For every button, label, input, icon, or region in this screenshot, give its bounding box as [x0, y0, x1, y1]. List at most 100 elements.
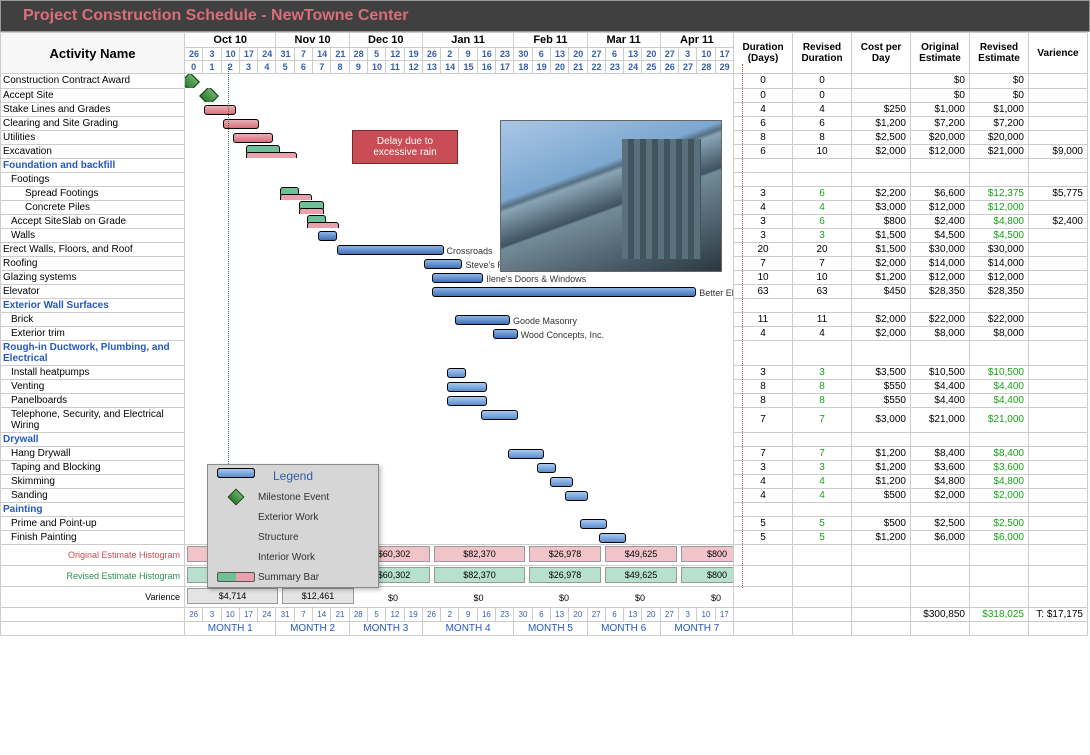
num-cell: $550	[852, 379, 911, 393]
num-cell	[852, 502, 911, 516]
num-cell	[1029, 116, 1088, 130]
num-cell: 7	[734, 407, 793, 432]
num-cell	[793, 340, 852, 365]
footer-date: 28	[349, 608, 367, 622]
date-top: 17	[715, 48, 733, 61]
num-cell: $12,000	[911, 200, 970, 214]
num-cell	[1029, 326, 1088, 340]
task-row: Construction Contract Award00$0$0	[1, 74, 1088, 89]
date-top: 12	[386, 48, 404, 61]
date-bot: 13	[422, 61, 440, 74]
task-name: Erect Walls, Floors, and Roof	[1, 242, 185, 256]
vendor-label: Goode Masonry	[513, 316, 577, 326]
task-row: Exterior Wall Surfaces	[1, 298, 1088, 312]
task-name: Prime and Point-up	[1, 516, 185, 530]
gantt-bar	[447, 368, 466, 378]
num-cell	[1029, 516, 1088, 530]
num-cell: 8	[793, 130, 852, 144]
num-cell: 4	[793, 474, 852, 488]
task-name: Clearing and Site Grading	[1, 116, 185, 130]
task-name: Hang Drywall	[1, 446, 185, 460]
month-dec: Dec 10	[349, 33, 422, 48]
task-name: Panelboards	[1, 393, 185, 407]
gantt-bar	[508, 449, 544, 459]
hist-bar: $800	[681, 567, 734, 583]
num-cell: $1,200	[852, 116, 911, 130]
num-cell: $12,000	[970, 200, 1029, 214]
month-jan: Jan 11	[422, 33, 513, 48]
date-top: 19	[404, 48, 422, 61]
footer-date: 6	[605, 608, 623, 622]
date-top: 21	[331, 48, 349, 61]
date-bot: 17	[496, 61, 514, 74]
num-cell	[1029, 256, 1088, 270]
num-cell: $21,000	[970, 407, 1029, 432]
num-cell: 3	[734, 365, 793, 379]
gantt-bar	[580, 519, 607, 529]
num-cell: 5	[793, 530, 852, 545]
num-cell: $6,000	[970, 530, 1029, 545]
delay-note: Delay due to excessive rain	[352, 130, 458, 164]
num-cell	[793, 158, 852, 172]
task-row: Accept Site00$0$0	[1, 88, 1088, 102]
footer-date: 7	[294, 608, 312, 622]
num-cell: 11	[793, 312, 852, 326]
num-cell: $12,375	[970, 186, 1029, 200]
num-cell: 6	[734, 144, 793, 158]
num-cell: $0	[911, 88, 970, 102]
num-cell	[970, 158, 1029, 172]
legend-interior: Interior Work	[258, 552, 315, 563]
gantt-cell	[185, 88, 734, 102]
gantt-cell	[185, 446, 734, 460]
num-cell	[970, 172, 1029, 186]
num-cell	[911, 158, 970, 172]
num-cell: $12,000	[911, 270, 970, 284]
num-cell	[793, 502, 852, 516]
num-cell	[852, 432, 911, 446]
num-cell: $4,400	[970, 393, 1029, 407]
num-cell	[1029, 365, 1088, 379]
num-cell: 20	[734, 242, 793, 256]
gantt-cell	[185, 298, 734, 312]
hist-bar: $82,370	[434, 546, 525, 562]
task-row: Rough-in Ductwork, Plumbing, and Electri…	[1, 340, 1088, 365]
date-top: 26	[185, 48, 203, 61]
task-row: Venting88$550$4,400$4,400	[1, 379, 1088, 393]
gantt-bar	[537, 463, 556, 473]
hist-bar: $12,461	[282, 588, 354, 604]
task-name: Install heatpumps	[1, 365, 185, 379]
task-name: Roofing	[1, 256, 185, 270]
num-cell: 4	[793, 326, 852, 340]
task-row: Install heatpumps33$3,500$10,500$10,500	[1, 365, 1088, 379]
date-top: 7	[294, 48, 312, 61]
num-cell: 6	[793, 186, 852, 200]
hist-bar: $49,625	[605, 546, 677, 562]
num-cell	[852, 340, 911, 365]
footer-month: MONTH 7	[660, 622, 733, 636]
footer-date: 26	[185, 608, 203, 622]
gantt-bar	[599, 533, 626, 543]
date-top: 2	[441, 48, 459, 61]
footer-date: 17	[239, 608, 257, 622]
footer-date: 10	[697, 608, 715, 622]
task-name: Painting	[1, 502, 185, 516]
num-cell	[1029, 407, 1088, 432]
hist-label: Revised Estimate Histogram	[1, 566, 185, 587]
num-cell: $4,800	[970, 474, 1029, 488]
num-cell	[1029, 88, 1088, 102]
legend-milestone: Milestone Event	[258, 492, 329, 503]
num-cell: $4,500	[970, 228, 1029, 242]
date-bot: 3	[239, 61, 257, 74]
task-name: Walls	[1, 228, 185, 242]
gantt-bar: Ilene's Doors & Windows	[432, 273, 483, 283]
num-cell	[1029, 502, 1088, 516]
gantt-cell	[185, 365, 734, 379]
num-cell	[1029, 270, 1088, 284]
task-row: Skimming44$1,200$4,800$4,800	[1, 474, 1088, 488]
date-top: 20	[642, 48, 660, 61]
hist-bar: $0	[681, 597, 734, 599]
footer-date: 31	[276, 608, 294, 622]
num-cell	[1029, 530, 1088, 545]
num-cell: 3	[734, 214, 793, 228]
task-name: Telephone, Security, and Electrical Wiri…	[1, 407, 185, 432]
